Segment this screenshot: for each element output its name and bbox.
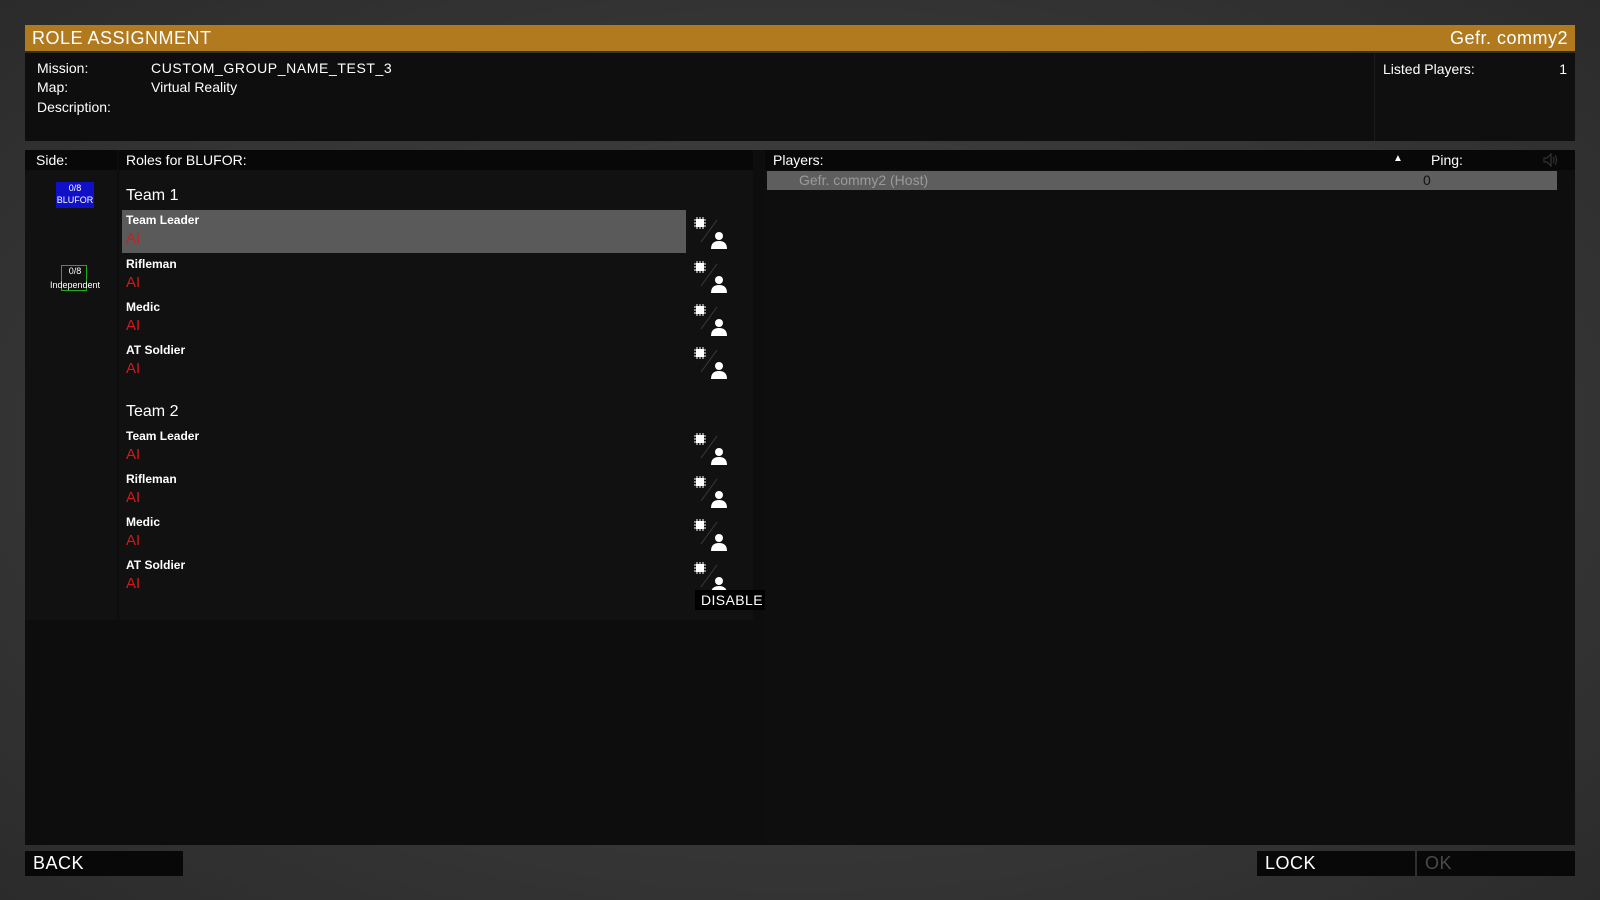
player-silhouette-icon[interactable] bbox=[711, 318, 727, 336]
team-2-title: Team 2 bbox=[126, 403, 179, 420]
roles-list: Team 1 Team Leader AI Rifleman AI Medic … bbox=[119, 170, 753, 590]
role-slot: AI bbox=[126, 532, 141, 549]
roles-header: Roles for BLUFOR: bbox=[119, 150, 753, 170]
listed-players-label: Listed Players: bbox=[1383, 61, 1475, 77]
description-label: Description: bbox=[37, 99, 111, 115]
player-silhouette-icon[interactable] bbox=[711, 231, 727, 249]
side-blufor-button[interactable]: 0/8 BLUFOR bbox=[56, 182, 94, 208]
player-silhouette-icon[interactable] bbox=[711, 533, 727, 551]
role-team1-rifleman[interactable]: Rifleman AI bbox=[122, 254, 686, 297]
role-slot: AI bbox=[126, 575, 141, 590]
role-slot: AI bbox=[126, 489, 141, 506]
mission-row: Mission: CUSTOM_GROUP_NAME_TEST_3 bbox=[37, 60, 392, 76]
players-column: Players: ▲ Ping: Gefr. commy2 (Host) 0 bbox=[765, 150, 1575, 845]
side-blufor-count: 0/8 bbox=[68, 183, 82, 193]
mission-info-panel: Mission: CUSTOM_GROUP_NAME_TEST_3 Map: V… bbox=[25, 53, 1575, 141]
map-label: Map: bbox=[37, 79, 69, 95]
players-header: Players: ▲ Ping: bbox=[765, 150, 1575, 170]
side-independent-count: 0/8 bbox=[68, 266, 82, 276]
role-name: Rifleman bbox=[126, 472, 177, 486]
role-name: Medic bbox=[126, 300, 161, 314]
team-1-title: Team 1 bbox=[126, 187, 179, 204]
role-slot: AI bbox=[126, 360, 141, 377]
role-name: Team Leader bbox=[126, 429, 200, 443]
role-team2-team-leader[interactable]: Team Leader AI bbox=[122, 426, 686, 469]
role-team1-at-soldier[interactable]: AT Soldier AI bbox=[122, 340, 686, 383]
speaker-icon[interactable] bbox=[1543, 153, 1559, 167]
listed-players-count: 1 bbox=[1559, 61, 1567, 77]
lock-button[interactable]: LOCK bbox=[1257, 851, 1415, 876]
map-row: Map: Virtual Reality bbox=[37, 79, 237, 95]
ping-label: Ping: bbox=[1431, 152, 1463, 168]
player-silhouette-icon[interactable] bbox=[711, 275, 727, 293]
role-team2-rifleman[interactable]: Rifleman AI bbox=[122, 469, 686, 512]
player-ping: 0 bbox=[1423, 172, 1431, 188]
role-slot: AI bbox=[126, 230, 141, 247]
mission-value: CUSTOM_GROUP_NAME_TEST_3 bbox=[151, 60, 393, 76]
ok-button[interactable]: OK bbox=[1417, 851, 1575, 876]
side-header: Side: bbox=[25, 150, 117, 170]
description-row: Description: bbox=[37, 99, 151, 115]
player-row[interactable]: Gefr. commy2 (Host) 0 bbox=[767, 171, 1557, 190]
sort-ascending-icon[interactable]: ▲ bbox=[1393, 149, 1403, 169]
role-slot: AI bbox=[126, 446, 141, 463]
side-column: Side: 0/8 BLUFOR 0/8 Independent bbox=[25, 150, 117, 620]
role-name: Medic bbox=[126, 515, 161, 529]
role-team1-team-leader[interactable]: Team Leader AI bbox=[122, 210, 686, 253]
role-name: AT Soldier bbox=[126, 343, 186, 357]
main-panel: Side: 0/8 BLUFOR 0/8 Independent Roles f… bbox=[25, 150, 1575, 845]
current-user-name: Gefr. commy2 bbox=[1449, 27, 1568, 48]
role-team2-medic[interactable]: Medic AI bbox=[122, 512, 686, 555]
title-bar: ROLE ASSIGNMENT Gefr. commy2 bbox=[25, 25, 1575, 51]
side-blufor-name: BLUFOR bbox=[56, 195, 94, 205]
player-silhouette-icon[interactable] bbox=[711, 361, 727, 379]
role-name: AT Soldier bbox=[126, 558, 186, 572]
map-value: Virtual Reality bbox=[151, 79, 238, 95]
role-slot: AI bbox=[126, 274, 141, 291]
mission-label: Mission: bbox=[37, 60, 89, 76]
side-independent-button[interactable]: 0/8 Independent bbox=[35, 265, 115, 299]
back-button[interactable]: BACK bbox=[25, 851, 183, 876]
screen-title: ROLE ASSIGNMENT bbox=[32, 27, 212, 48]
role-team1-medic[interactable]: Medic AI bbox=[122, 297, 686, 340]
player-silhouette-icon[interactable] bbox=[711, 447, 727, 465]
player-name: Gefr. commy2 (Host) bbox=[799, 172, 929, 188]
role-name: Team Leader bbox=[126, 213, 200, 227]
player-silhouette-icon[interactable] bbox=[711, 576, 727, 590]
roles-column: Roles for BLUFOR: Team 1 Team Leader AI … bbox=[119, 150, 847, 620]
players-label: Players: bbox=[773, 152, 824, 168]
player-silhouette-icon[interactable] bbox=[711, 490, 727, 508]
role-name: Rifleman bbox=[126, 257, 177, 271]
listed-players-box: Listed Players: 1 bbox=[1374, 53, 1575, 141]
role-slot: AI bbox=[126, 317, 141, 334]
role-team2-at-soldier[interactable]: AT Soldier AI bbox=[122, 555, 686, 590]
side-independent-name: Independent bbox=[49, 280, 101, 290]
